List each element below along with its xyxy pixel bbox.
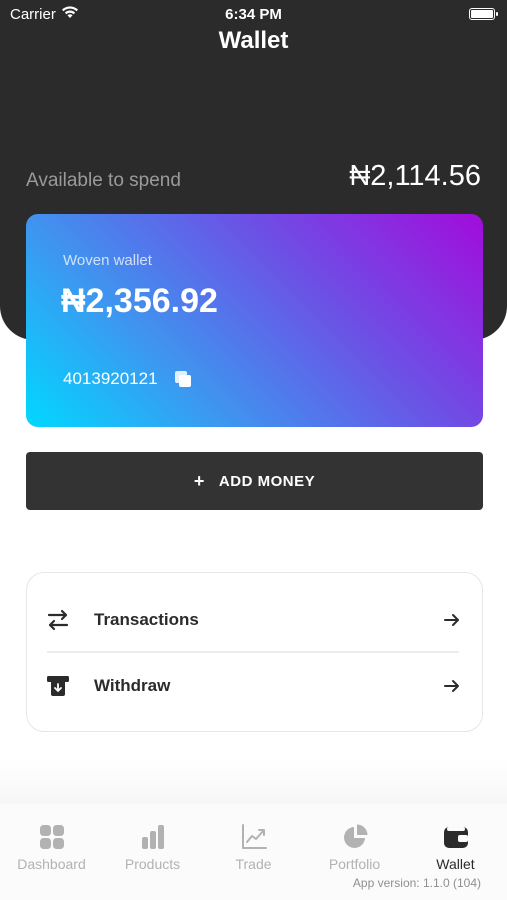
menu-item-withdraw[interactable]: Withdraw <box>27 653 484 719</box>
tab-wallet[interactable]: Wallet <box>405 804 506 874</box>
tab-label: Trade <box>235 856 272 872</box>
menu-item-transactions[interactable]: Transactions <box>27 587 484 653</box>
swap-arrows-icon <box>47 609 69 631</box>
battery-icon <box>469 8 498 20</box>
arrow-right-icon <box>444 614 459 626</box>
status-time: 6:34 PM <box>225 6 282 23</box>
tab-label: Dashboard <box>17 856 86 872</box>
grid-icon <box>40 825 64 849</box>
page-title: Wallet <box>218 27 289 54</box>
available-to-spend-amount: ₦2,114.56 <box>349 160 481 192</box>
tab-label: Wallet <box>436 856 475 872</box>
tab-label: Portfolio <box>328 856 381 872</box>
app-version: App version: 1.1.0 (104) <box>352 876 481 890</box>
menu-item-label: Withdraw <box>94 676 171 695</box>
wallet-card: Woven wallet ₦2,356.92 4013920121 <box>26 214 483 427</box>
pie-chart-icon <box>344 824 368 848</box>
tab-products[interactable]: Products <box>102 804 203 874</box>
tab-bar-shadow <box>0 760 507 805</box>
add-money-label: ADD MONEY <box>218 472 316 490</box>
bar-chart-icon <box>142 825 164 849</box>
wallet-card-balance: ₦2,356.92 <box>61 282 218 320</box>
tab-label: Products <box>124 856 181 872</box>
wallet-menu: Transactions Withdraw <box>26 572 483 732</box>
atm-withdraw-icon <box>47 676 69 696</box>
plus-icon: + <box>193 470 205 491</box>
available-to-spend-label: Available to spend <box>26 170 181 191</box>
tab-dashboard[interactable]: Dashboard <box>1 804 102 874</box>
copy-icon[interactable] <box>174 370 192 388</box>
status-bar: Carrier 6:34 PM <box>0 0 507 28</box>
menu-item-label: Transactions <box>94 610 199 629</box>
add-money-button[interactable]: + ADD MONEY <box>26 452 483 510</box>
account-number: 4013920121 <box>63 369 158 388</box>
wallet-icon <box>444 827 468 848</box>
trend-chart-icon <box>242 824 267 849</box>
arrow-right-icon <box>444 680 459 692</box>
tab-portfolio[interactable]: Portfolio <box>304 804 405 874</box>
wallet-card-label: Woven wallet <box>63 252 152 269</box>
tab-trade[interactable]: Trade <box>203 804 304 874</box>
